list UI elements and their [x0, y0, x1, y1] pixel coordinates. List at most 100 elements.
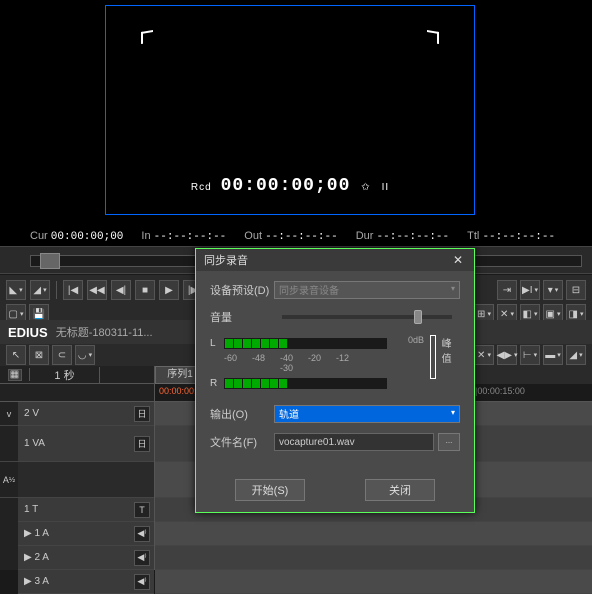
- output-label: 输出(O): [210, 406, 274, 422]
- track-name: ▶ 1 A: [18, 528, 64, 539]
- star-icon: ✩: [361, 182, 370, 193]
- channel-r: R: [210, 378, 224, 389]
- dialog-body: 设备预设(D) 同步录音设备 音量 L: [196, 271, 474, 471]
- record-timecode-display: Rcd 00:00:00;00 ✩ II: [106, 176, 474, 196]
- step-back-button[interactable]: ◀|: [111, 280, 131, 300]
- document-name: 无标题-180311-11...: [56, 324, 153, 340]
- separator: [56, 281, 57, 299]
- marker-in-button[interactable]: ◣: [6, 280, 26, 300]
- snap-tool[interactable]: ◡: [75, 345, 95, 365]
- track-name: 2 V: [18, 408, 64, 419]
- close-button[interactable]: 关闭: [365, 479, 435, 501]
- volume-label: 音量: [210, 309, 274, 325]
- start-button[interactable]: 开始(S): [235, 479, 305, 501]
- insert-mode-button[interactable]: ▾: [543, 280, 563, 300]
- close-icon[interactable]: ✕: [450, 252, 466, 268]
- track-name: 1 T: [18, 504, 64, 515]
- video-icon[interactable]: 日: [134, 406, 150, 422]
- track-row-1a[interactable]: ▶ 1 A ◀⁾: [18, 522, 154, 546]
- play-mode-button[interactable]: ▶I: [520, 280, 540, 300]
- ruler-row: ▦ 1 秒: [0, 366, 154, 384]
- content-row[interactable]: [155, 570, 592, 594]
- track-row-1va[interactable]: 1 VA 日: [18, 426, 154, 462]
- gutter-a: A½: [0, 462, 18, 498]
- dur-label: Dur: [356, 230, 374, 242]
- app-name: EDIUS: [8, 325, 48, 340]
- rcd-label: Rcd: [191, 182, 212, 193]
- device-select[interactable]: 同步录音设备: [274, 281, 460, 299]
- out-value: --:--:--:--: [265, 231, 338, 243]
- in-point-button[interactable]: ⇥: [497, 280, 517, 300]
- rcd-timecode: 00:00:00;00: [221, 176, 351, 196]
- track-row-2v[interactable]: 2 V 日: [18, 402, 154, 426]
- marker-out-button[interactable]: ◢: [30, 280, 50, 300]
- preview-monitor: Rcd 00:00:00;00 ✩ II: [0, 0, 592, 245]
- dur-value: --:--:--:--: [377, 231, 450, 243]
- content-row[interactable]: [155, 522, 592, 546]
- safe-area-corner-tr: [427, 30, 439, 44]
- cur-value: 00:00:00;00: [51, 231, 124, 243]
- in-value: --:--:--:--: [154, 231, 227, 243]
- link-tool[interactable]: ⊠: [29, 345, 49, 365]
- preview-frame: Rcd 00:00:00;00 ✩ II: [105, 5, 475, 215]
- stop-button[interactable]: ■: [135, 280, 155, 300]
- level-meters: L -60-48-40 -30-20-12 R: [210, 335, 460, 393]
- dialog-title: 同步录音: [204, 252, 248, 268]
- pause-icon: II: [382, 182, 390, 193]
- filename-label: 文件名(F): [210, 434, 274, 450]
- meter-scale: -60-48-40 -30-20-12: [224, 353, 387, 373]
- content-row[interactable]: [155, 546, 592, 570]
- track-row-spacer: [18, 462, 154, 498]
- channel-l: L: [210, 338, 224, 349]
- audio-icon[interactable]: ◀⁾: [134, 574, 150, 590]
- volume-slider[interactable]: [282, 315, 452, 319]
- output-select[interactable]: 轨道: [274, 405, 460, 423]
- in-label: In: [141, 230, 150, 242]
- split-tool[interactable]: ⊢: [520, 345, 540, 365]
- track-name: ▶ 2 A: [18, 552, 64, 563]
- track-headers: ▦ 1 秒 v A½ 2 V 日 1 VA 日 1 T T: [0, 366, 155, 570]
- cur-label: Cur: [30, 230, 48, 242]
- scale-label[interactable]: 1 秒: [30, 367, 100, 383]
- meter-l: [224, 338, 387, 349]
- audio-icon[interactable]: ◀⁾: [134, 526, 150, 542]
- gutter-v: v: [0, 402, 18, 426]
- track-name: 1 VA: [18, 438, 64, 449]
- dialog-buttons: 开始(S) 关闭: [196, 479, 474, 501]
- video-icon[interactable]: 日: [134, 436, 150, 452]
- track-row-3a[interactable]: ▶ 3 A ◀⁾: [18, 570, 154, 594]
- title-icon[interactable]: T: [134, 502, 150, 518]
- ttl-label: Ttl: [467, 230, 479, 242]
- group-tool[interactable]: ⊂: [52, 345, 72, 365]
- ripple-tool[interactable]: ◀▶: [497, 345, 517, 365]
- scale-end: 0dB: [387, 335, 424, 345]
- sync-recording-dialog: 同步录音 ✕ 设备预设(D) 同步录音设备 音量 L: [195, 248, 475, 513]
- safe-area-corner-tl: [141, 30, 153, 44]
- out-label: Out: [244, 230, 262, 242]
- zoom-handle[interactable]: ▦: [8, 369, 22, 381]
- filename-input[interactable]: [274, 433, 434, 451]
- meter-r: [224, 378, 387, 389]
- browse-button[interactable]: ...: [438, 433, 460, 451]
- prev-button[interactable]: |◀: [63, 280, 83, 300]
- audio-icon[interactable]: ◀⁾: [134, 550, 150, 566]
- play-button[interactable]: ▶: [159, 280, 179, 300]
- track-row-2a[interactable]: ▶ 2 A ◀⁾: [18, 546, 154, 570]
- cursor-tool[interactable]: ↖: [6, 345, 26, 365]
- track-gutter: v A½: [0, 402, 18, 570]
- dialog-titlebar[interactable]: 同步录音 ✕: [196, 249, 474, 271]
- ruler-spacer: [0, 384, 154, 402]
- rewind-button[interactable]: ◀◀: [87, 280, 107, 300]
- delete-tool[interactable]: ✕: [474, 345, 494, 365]
- timecode-bar: Cur 00:00:00;00 In --:--:--:-- Out --:--…: [0, 228, 592, 246]
- trim-tool[interactable]: ▬: [543, 345, 563, 365]
- device-label: 设备预设(D): [210, 282, 274, 298]
- ttl-value: --:--:--:--: [482, 231, 555, 243]
- track-row-1t[interactable]: 1 T T: [18, 498, 154, 522]
- peak-label: 峰值: [436, 335, 460, 365]
- gutter-blank: [0, 426, 18, 462]
- fade-tool[interactable]: ◢: [566, 345, 586, 365]
- volume-thumb[interactable]: [414, 310, 422, 324]
- scrub-handle[interactable]: [40, 253, 60, 269]
- overwrite-button[interactable]: ⊟: [566, 280, 586, 300]
